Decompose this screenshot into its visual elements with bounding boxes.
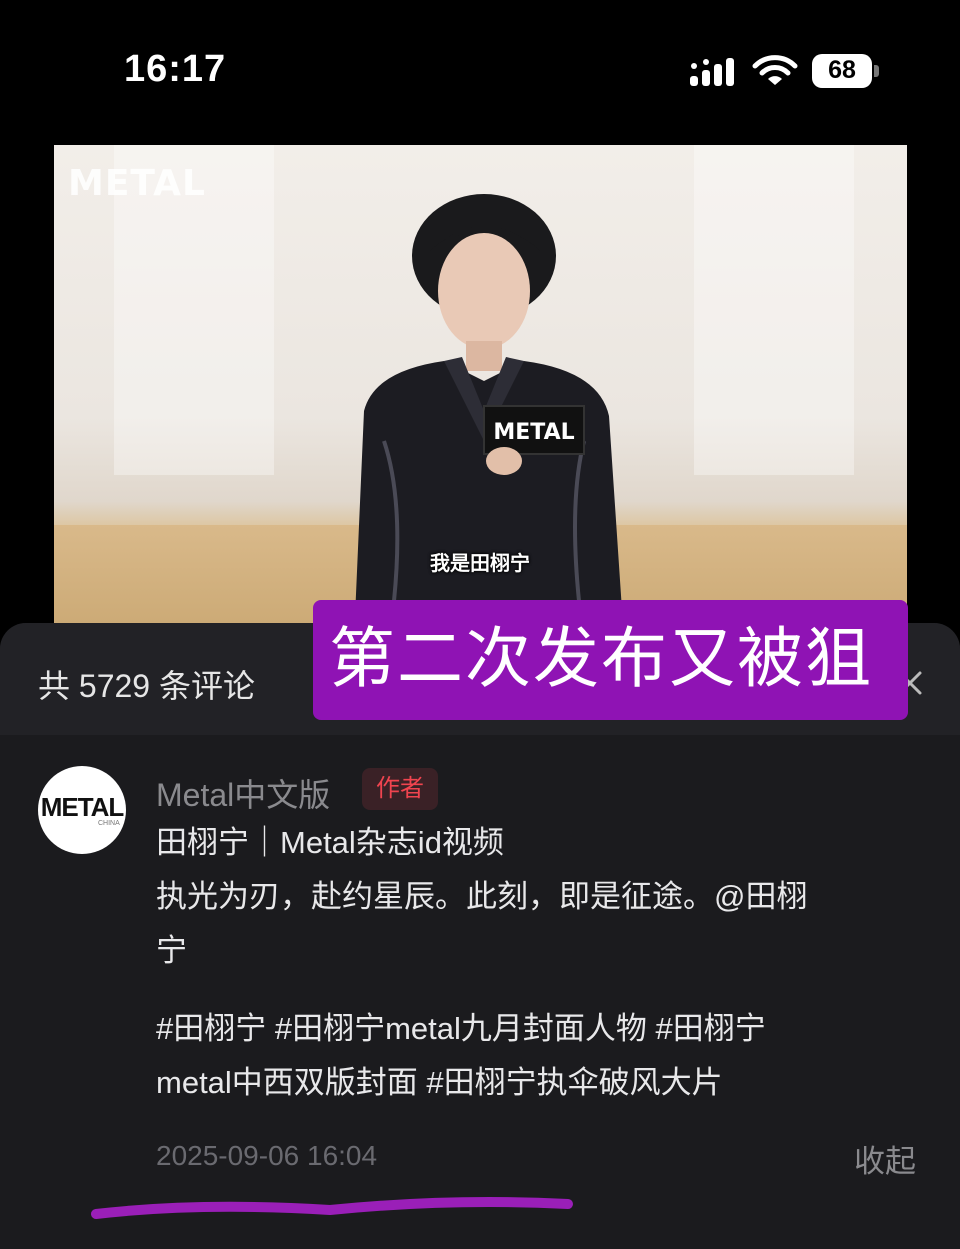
battery-tip: [874, 65, 879, 77]
avatar-logo-subtext: CHINA: [98, 820, 120, 827]
video-card-logo: METAL: [493, 420, 574, 445]
avatar-logo-text: METAL: [40, 792, 125, 822]
comment-text-line: 田栩宁｜Metal杂志id视频: [156, 825, 504, 860]
overlay-banner-text: 第二次发布又被狙: [329, 621, 873, 695]
comment-hashtags-line[interactable]: metal中西双版封面 #田栩宁执伞破风大片: [156, 1056, 723, 1110]
status-bar: 16:17 68: [0, 0, 960, 140]
video-watermark-logo: METAL: [68, 163, 206, 204]
comment-count: 共 5729 条评论: [38, 668, 255, 704]
comment-author-name[interactable]: Metal中文版: [156, 770, 330, 816]
status-time: 16:17: [124, 48, 227, 90]
collapse-button[interactable]: 收起: [854, 1136, 916, 1181]
author-badge: 作者: [362, 768, 438, 810]
comment-text-line: 宁: [156, 933, 187, 968]
battery-level: 68: [828, 56, 856, 84]
comment-text-line: 执光为刃，赴约星辰。此刻，即是征途。@田栩: [156, 879, 808, 914]
avatar[interactable]: METAL CHINA: [38, 766, 126, 854]
overlay-banner: 第二次发布又被狙: [313, 600, 908, 720]
video-subtitle: 我是田栩宁: [430, 553, 530, 575]
battery-icon: 68: [812, 54, 880, 90]
annotation-underline: [91, 1197, 573, 1219]
wifi-icon: [752, 55, 798, 85]
comment-timestamp: 2025-09-06 16:04: [156, 1140, 378, 1171]
comment-hashtags-line[interactable]: #田栩宁 #田栩宁metal九月封面人物 #田栩宁: [156, 1002, 766, 1056]
video-background-window: [694, 145, 854, 475]
video-player[interactable]: METAL METAL 我是田栩宁: [54, 145, 907, 640]
signal-icon: [690, 58, 734, 86]
